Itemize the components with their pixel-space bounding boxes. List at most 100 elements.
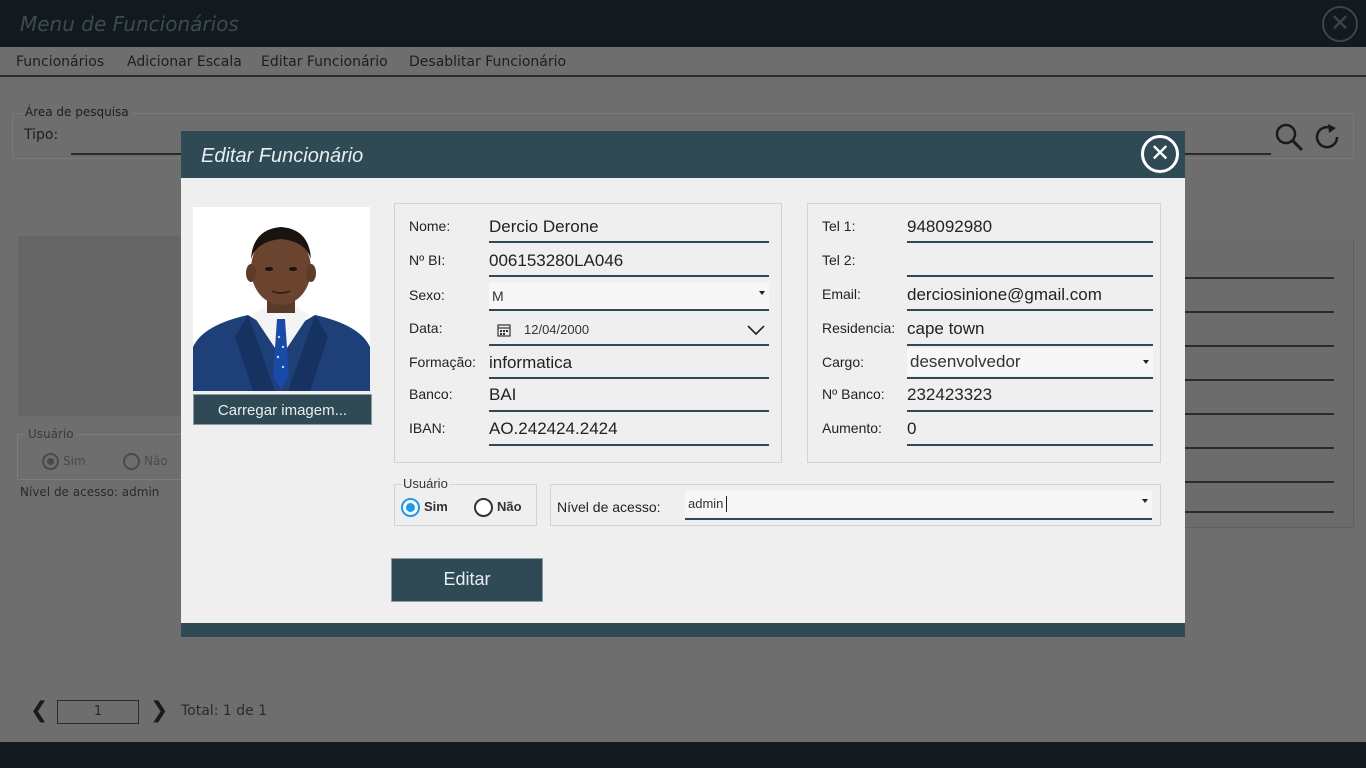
nome-underline bbox=[489, 241, 769, 243]
nivel-acesso-select[interactable]: admin bbox=[685, 491, 1152, 517]
bottom-bar bbox=[0, 742, 1366, 768]
calendar-icon[interactable] bbox=[497, 323, 511, 337]
nbanco-input[interactable]: 232423323 bbox=[907, 385, 992, 405]
formacao-label: Formação: bbox=[409, 354, 476, 370]
background-radio-nao[interactable]: Não bbox=[123, 453, 168, 470]
text-cursor bbox=[726, 496, 727, 512]
dropdown-arrow-icon bbox=[1143, 360, 1149, 364]
radio-sim-label: Sim bbox=[424, 498, 448, 514]
data-underline bbox=[489, 344, 769, 346]
nbanco-underline bbox=[907, 410, 1153, 412]
upload-image-button[interactable]: Carregar imagem... bbox=[193, 394, 372, 425]
background-field-line bbox=[1184, 447, 1334, 449]
cargo-select-value: desenvolvedor bbox=[910, 352, 1021, 371]
residencia-underline bbox=[907, 344, 1153, 346]
sexo-label: Sexo: bbox=[409, 287, 445, 303]
aumento-label: Aumento: bbox=[822, 420, 882, 436]
menu-item-adicionar-escala[interactable]: Adicionar Escala bbox=[127, 54, 242, 70]
formacao-input[interactable]: informatica bbox=[489, 353, 572, 373]
background-field-line bbox=[1184, 413, 1334, 415]
nivel-acesso-underline bbox=[685, 518, 1152, 520]
residencia-label: Residencia: bbox=[822, 320, 896, 336]
nivel-acesso-value: admin bbox=[688, 496, 724, 511]
tel2-underline bbox=[907, 275, 1153, 277]
background-nivel-text: Nível de acesso: admin bbox=[20, 485, 160, 499]
radio-sim[interactable]: Sim bbox=[401, 498, 448, 517]
background-radio-sim[interactable]: Sim bbox=[42, 453, 86, 470]
menu-item-desablitar-funcionario[interactable]: Desablitar Funcionário bbox=[409, 54, 566, 70]
modal-title: Editar Funcionário bbox=[201, 145, 364, 167]
bi-underline bbox=[489, 275, 769, 277]
cargo-select[interactable]: desenvolvedor bbox=[907, 348, 1153, 376]
iban-label: IBAN: bbox=[409, 420, 446, 436]
menu-item-funcionarios[interactable]: Funcionários bbox=[16, 54, 104, 70]
radio-unselected-icon bbox=[474, 498, 493, 517]
radio-nao-label: Não bbox=[497, 498, 522, 514]
email-label: Email: bbox=[822, 286, 861, 302]
background-field-line bbox=[1184, 311, 1334, 313]
refresh-icon[interactable] bbox=[1312, 122, 1342, 156]
edit-employee-modal: Editar Funcionário ✕ Carregar imagem... … bbox=[181, 131, 1185, 637]
bi-input[interactable]: 006153280LA046 bbox=[489, 251, 623, 271]
modal-footer-strip bbox=[181, 623, 1185, 637]
chevron-right-icon[interactable]: ❯ bbox=[150, 698, 168, 723]
close-icon[interactable]: ✕ bbox=[1322, 6, 1358, 42]
window-title: Menu de Funcionários bbox=[20, 12, 239, 36]
banco-input[interactable]: BAI bbox=[489, 385, 516, 405]
background-field-line bbox=[1184, 481, 1334, 483]
banco-underline bbox=[489, 410, 769, 412]
background-right-panel bbox=[1184, 240, 1354, 528]
radio-unselected-icon bbox=[123, 453, 140, 470]
sexo-select[interactable]: M bbox=[489, 283, 769, 309]
cargo-underline bbox=[907, 377, 1153, 379]
aumento-underline bbox=[907, 444, 1153, 446]
background-usuario-group: Usuário Sim Não bbox=[17, 427, 187, 480]
personal-info-group: Nome: Dercio Derone Nº BI: 006153280LA04… bbox=[394, 203, 782, 463]
date-picker[interactable]: 12/04/2000 bbox=[489, 316, 769, 344]
chevron-left-icon[interactable]: ❮ bbox=[30, 698, 48, 723]
tipo-label: Tipo: bbox=[24, 127, 59, 143]
tel1-input[interactable]: 948092980 bbox=[907, 217, 992, 237]
page-number-input[interactable]: 1 bbox=[57, 700, 139, 724]
usuario-radio-group: Usuário Sim Não bbox=[394, 476, 537, 526]
dropdown-arrow-icon bbox=[759, 291, 765, 295]
nome-label: Nome: bbox=[409, 218, 451, 234]
dropdown-arrow-icon bbox=[1142, 499, 1148, 503]
date-value: 12/04/2000 bbox=[524, 322, 590, 337]
person-photo-icon bbox=[193, 207, 370, 391]
email-underline bbox=[907, 309, 1153, 311]
background-field-line bbox=[1184, 511, 1334, 513]
background-field-line bbox=[1184, 345, 1334, 347]
formacao-underline bbox=[489, 377, 769, 379]
chevron-down-icon[interactable] bbox=[747, 324, 765, 336]
menu-item-editar-funcionario[interactable]: Editar Funcionário bbox=[261, 54, 388, 70]
contact-info-group: Tel 1: 948092980 Tel 2: Email: derciosin… bbox=[807, 203, 1161, 463]
radio-nao[interactable]: Não bbox=[474, 498, 522, 517]
tel1-label: Tel 1: bbox=[822, 218, 856, 234]
nbanco-label: Nº Banco: bbox=[822, 386, 885, 402]
total-pages-text: Total: 1 de 1 bbox=[181, 703, 268, 719]
iban-input[interactable]: AO.242424.2424 bbox=[489, 419, 618, 439]
employee-photo bbox=[193, 207, 370, 391]
background-field-line bbox=[1184, 277, 1334, 279]
search-icon[interactable] bbox=[1274, 122, 1304, 156]
aumento-input[interactable]: 0 bbox=[907, 419, 916, 439]
cargo-label: Cargo: bbox=[822, 354, 865, 370]
tel2-label: Tel 2: bbox=[822, 252, 856, 268]
search-area-legend: Área de pesquisa bbox=[23, 105, 131, 119]
nivel-acesso-group: Nível de acesso: admin bbox=[550, 484, 1161, 526]
iban-underline bbox=[489, 444, 769, 446]
email-input[interactable]: derciosinione@gmail.com bbox=[907, 285, 1102, 305]
banco-label: Banco: bbox=[409, 386, 453, 402]
usuario-legend: Usuário bbox=[402, 476, 449, 491]
tel1-underline bbox=[907, 241, 1153, 243]
residencia-input[interactable]: cape town bbox=[907, 319, 985, 339]
background-field-line bbox=[1184, 379, 1334, 381]
data-label: Data: bbox=[409, 320, 443, 336]
nome-input[interactable]: Dercio Derone bbox=[489, 217, 599, 237]
editar-button[interactable]: Editar bbox=[391, 558, 543, 602]
bi-label: Nº BI: bbox=[409, 252, 446, 268]
background-usuario-legend: Usuário bbox=[26, 427, 76, 441]
close-icon[interactable]: ✕ bbox=[1141, 135, 1179, 173]
radio-selected-icon bbox=[42, 453, 59, 470]
